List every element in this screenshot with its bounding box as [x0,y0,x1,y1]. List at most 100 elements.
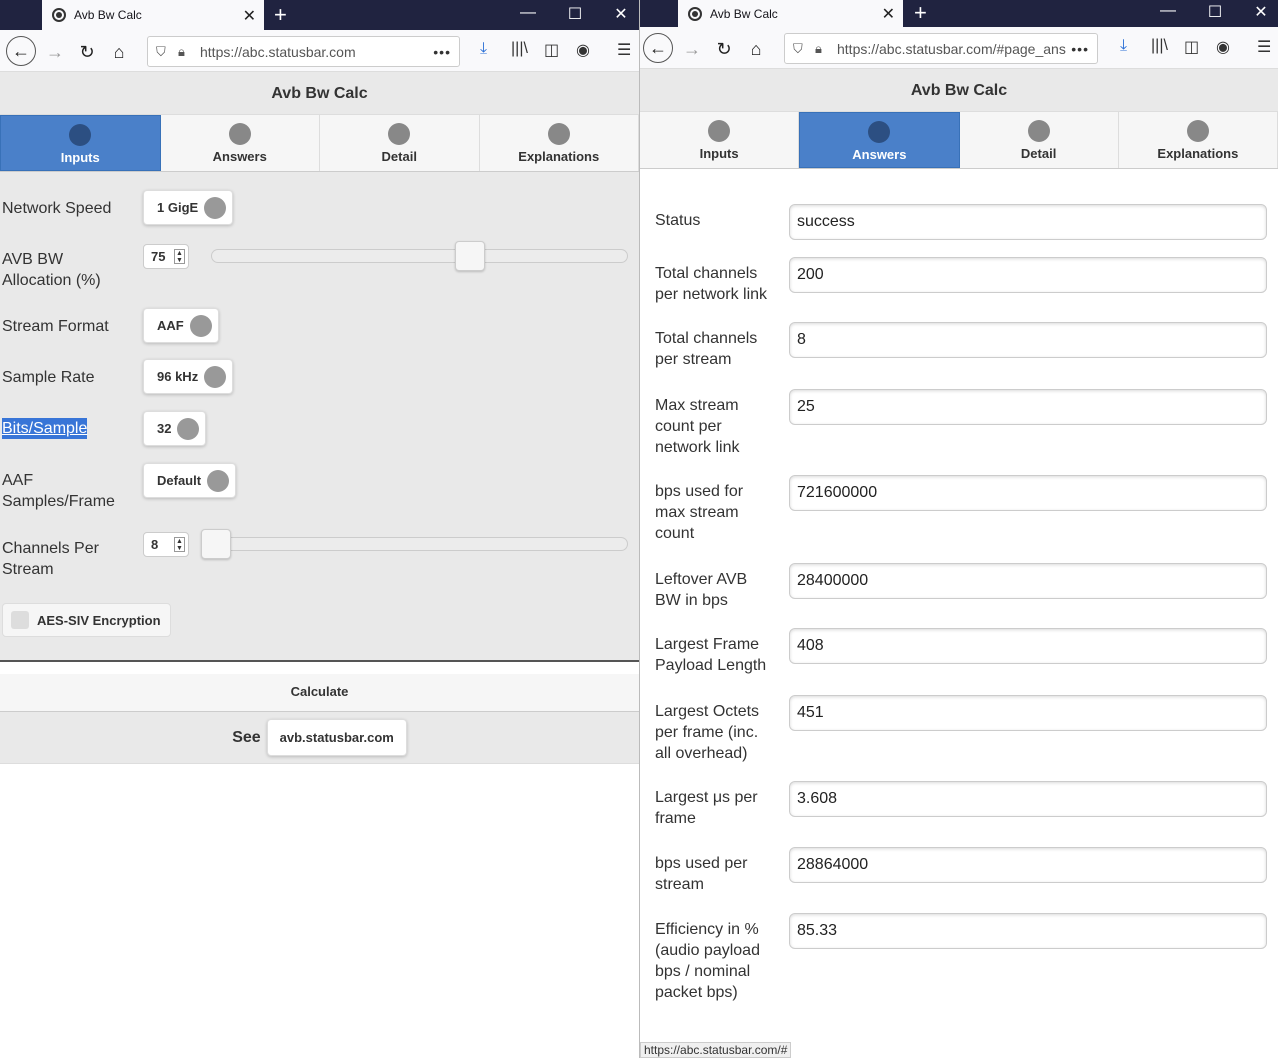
stream-format-select[interactable]: AAF [143,308,219,343]
close-tab-icon[interactable]: ✕ [882,4,895,24]
answer-label-line: BW in bps [655,592,728,609]
new-tab-icon[interactable]: + [914,0,927,26]
close-window-icon[interactable]: ✕ [609,4,633,24]
page-actions-icon[interactable]: ••• [1071,41,1089,57]
answer-label-line: count per [655,418,722,435]
app-title: Avb Bw Calc [640,69,1278,112]
home-icon[interactable]: ⌂ [105,38,133,66]
page-actions-icon[interactable]: ••• [433,44,451,60]
app-nav-tabs: Inputs Answers Detail Explanations [0,115,639,172]
answer-field[interactable]: 3.608 [789,781,1267,817]
home-icon[interactable]: ⌂ [742,35,770,63]
tab-inputs[interactable]: Inputs [0,115,161,171]
calculate-button[interactable]: Calculate [0,662,639,712]
minimize-icon[interactable]: — [516,4,540,22]
tab-title: Avb Bw Calc [710,6,778,21]
sidebar-icon[interactable]: ◫ [544,40,559,60]
tab-inputs[interactable]: Inputs [640,112,800,168]
avb-bw-slider-handle[interactable] [454,241,485,271]
back-icon[interactable]: ← [6,36,36,66]
channels-per-stream-input[interactable]: 8 ▲ ▼ [143,532,189,557]
bits-sample-value: 32 [157,421,172,436]
tab-label: Explanations [1157,146,1239,161]
answer-field[interactable]: 8 [789,322,1267,358]
answer-field[interactable]: 451 [789,695,1267,731]
aes-siv-encryption-checkbox[interactable]: AES-SIV Encryption [2,603,171,637]
sidebar-icon[interactable]: ◫ [1184,37,1199,57]
network-speed-select[interactable]: 1 GigE [143,190,234,225]
download-icon[interactable]: ⤓ [480,40,487,58]
new-tab-icon[interactable]: + [274,2,287,28]
tab-answers[interactable]: Answers [160,115,320,171]
answer-label-line: network link [655,439,740,456]
avb-bw-slider-track[interactable] [211,249,628,263]
channels-slider-handle[interactable] [201,529,231,559]
answer-field[interactable]: 28400000 [789,563,1267,599]
toggle-dot-icon [204,196,227,219]
lock-icon[interactable]: 🔒︎ [815,41,831,57]
answer-field[interactable]: 721600000 [789,475,1267,511]
avb-bw-value: 75 [151,249,166,264]
sample-rate-value: 96 kHz [157,369,199,384]
minimize-icon[interactable]: — [1156,2,1180,20]
library-icon[interactable]: |||\ [511,40,528,58]
tab-detail[interactable]: Detail [959,112,1119,168]
stream-format-label: Stream Format [2,318,109,335]
close-tab-icon[interactable]: ✕ [243,6,256,26]
answer-field[interactable]: 25 [789,389,1267,425]
shield-icon[interactable]: ⛉ [156,44,172,60]
lock-icon[interactable]: 🔒︎ [178,44,194,60]
aaf-samples-frame-select[interactable]: Default [143,463,237,498]
answer-label-line: Status [655,212,701,229]
shield-icon[interactable]: ⛉ [793,41,809,57]
answer-label-line: Largest Frame [655,636,760,653]
account-icon[interactable]: ◉ [1216,37,1230,57]
answer-field[interactable]: 28864000 [789,847,1267,883]
tab-explanations[interactable]: Explanations [479,115,639,171]
browser-tab[interactable]: Avb Bw Calc ✕ [42,0,264,30]
library-icon[interactable]: |||\ [1151,37,1168,55]
menu-icon[interactable]: ☰ [1257,37,1271,57]
sample-rate-select[interactable]: 96 kHz [143,359,234,394]
answer-field[interactable]: 408 [789,628,1267,664]
url-bar[interactable]: ⛉ 🔒︎ https://abc.statusbar.com ••• [147,36,460,67]
browser-tab[interactable]: Avb Bw Calc ✕ [678,0,903,27]
avb-bw-input[interactable]: 75 ▲ ▼ [143,244,189,269]
back-icon[interactable]: ← [643,33,673,63]
forward-icon[interactable]: → [678,35,706,63]
answer-label-line: count [655,525,695,542]
bits-sample-select[interactable]: 32 [143,411,207,446]
channels-value: 8 [151,537,159,552]
close-window-icon[interactable]: ✕ [1249,2,1273,22]
reload-icon[interactable]: ↻ [73,38,101,66]
aaf-samples-frame-label: AAF Samples/Frame [2,470,115,512]
menu-icon[interactable]: ☰ [617,40,631,60]
url-bar[interactable]: ⛉ 🔒︎ https://abc.statusbar.com/#page_ans… [784,33,1098,64]
download-icon[interactable]: ⤓ [1120,37,1127,55]
tab-detail[interactable]: Detail [320,115,480,171]
tab-label: Answers [212,149,267,164]
tab-answers[interactable]: Answers [799,112,960,168]
answer-field[interactable]: 200 [789,257,1267,293]
channels-slider-track[interactable] [201,537,628,551]
tab-dot-icon [868,121,891,143]
spinner-icon[interactable]: ▲ ▼ [174,249,185,264]
answer-field[interactable]: success [789,204,1267,240]
tab-dot-icon [1027,120,1050,142]
maximize-icon[interactable]: ☐ [1203,2,1227,22]
title-bar: Avb Bw Calc ✕ + — ☐ ✕ [640,0,1278,27]
spinner-icon[interactable]: ▲ ▼ [174,537,185,552]
account-icon[interactable]: ◉ [576,40,590,60]
answer-field[interactable]: 85.33 [789,913,1267,949]
reload-icon[interactable]: ↻ [710,35,738,63]
tab-label: Inputs [60,150,100,165]
tab-label: Explanations [518,149,600,164]
tab-explanations[interactable]: Explanations [1118,112,1278,168]
maximize-icon[interactable]: ☐ [563,4,587,24]
see-link-button[interactable]: avb.statusbar.com [266,719,407,756]
answer-label: Total channels per stream [655,328,780,370]
answer-label-line: Total channels [655,330,758,347]
forward-icon[interactable]: → [41,38,69,66]
favicon-icon [688,6,702,21]
answer-label-line: bps used for [655,483,744,500]
